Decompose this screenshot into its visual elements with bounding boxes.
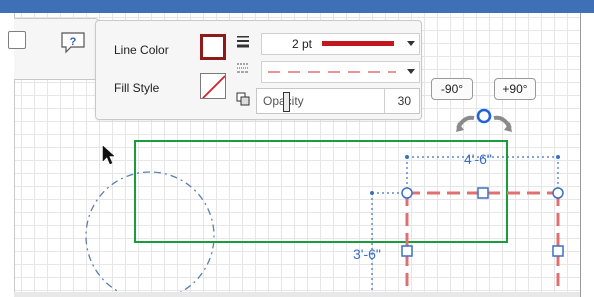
- rotate-cw-button[interactable]: +90°: [494, 78, 536, 100]
- dash-style-icon[interactable]: [236, 62, 250, 76]
- line-weight-icon[interactable]: [236, 35, 250, 49]
- title-bar: [0, 0, 594, 13]
- dash-style-preview: [268, 71, 396, 73]
- dashed-circle-shape[interactable]: [85, 171, 215, 292]
- height-dimension-label: 3'-6": [353, 246, 381, 262]
- opacity-divider: [384, 89, 385, 113]
- handle-endpoint-right: [552, 187, 564, 199]
- app-window: 4'-6" 3'-6" ? Line Color Fill Style 2 pt…: [0, 0, 594, 297]
- handle-mid-right: [552, 245, 564, 257]
- dimension-guides: [371, 156, 559, 292]
- ribbon-button-partial[interactable]: [8, 31, 26, 49]
- line-weight-value: 2 pt: [292, 37, 313, 51]
- rotate-handle-icon[interactable]: [454, 106, 514, 134]
- right-scroll-edge[interactable]: [580, 13, 594, 297]
- handle-mid-left: [401, 245, 413, 257]
- help-speech-bubble-icon: ?: [61, 32, 85, 54]
- fill-style-label: Fill Style: [114, 81, 160, 95]
- line-weight-dropdown[interactable]: 2 pt: [261, 33, 420, 55]
- help-button[interactable]: ?: [58, 31, 88, 55]
- opacity-field[interactable]: Opacity 30: [256, 88, 420, 114]
- opacity-slider-thumb[interactable]: [283, 92, 290, 112]
- transparency-icon[interactable]: [236, 92, 250, 106]
- mouse-pointer-icon: [102, 145, 115, 165]
- width-dimension-label: 4'-6": [464, 151, 492, 167]
- fill-style-swatch[interactable]: [200, 73, 226, 99]
- opacity-value: 30: [397, 94, 411, 108]
- bottom-scroll-edge[interactable]: [14, 292, 580, 297]
- chevron-down-icon: [407, 69, 415, 74]
- line-color-label: Line Color: [114, 43, 169, 57]
- selection-handles[interactable]: [401, 187, 564, 257]
- rotate-ccw-button[interactable]: -90°: [431, 78, 473, 100]
- line-weight-preview: [322, 41, 394, 46]
- format-panel: Line Color Fill Style 2 pt 30: [95, 20, 422, 120]
- handle-endpoint-left: [401, 187, 413, 199]
- left-scroll-edge: [0, 13, 15, 297]
- svg-text:?: ?: [70, 36, 77, 48]
- handle-mid-top: [477, 187, 489, 199]
- dash-style-dropdown[interactable]: [261, 61, 420, 83]
- ribbon-left-group: ?: [8, 18, 99, 80]
- no-fill-icon: [202, 75, 225, 98]
- chevron-down-icon: [407, 41, 415, 46]
- line-color-swatch[interactable]: [200, 34, 226, 60]
